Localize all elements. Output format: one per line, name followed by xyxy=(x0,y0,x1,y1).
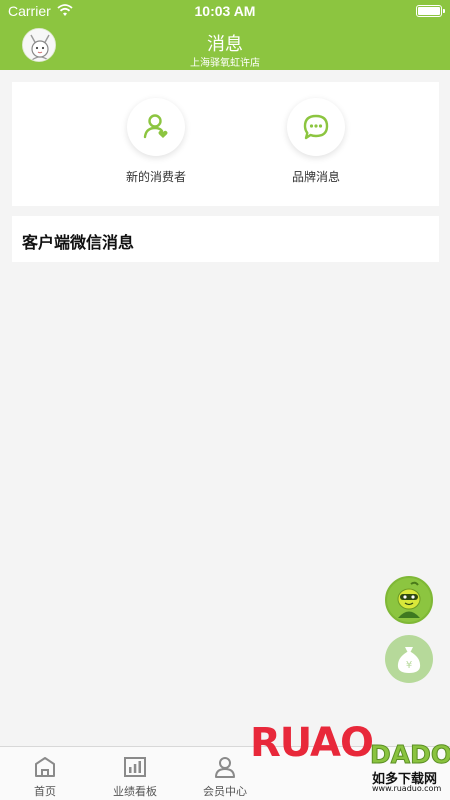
status-bar: Carrier 10:03 AM xyxy=(0,0,450,22)
home-icon xyxy=(0,755,90,779)
status-time: 10:03 AM xyxy=(194,3,256,19)
store-name: 上海驿氧虹许店 xyxy=(190,58,260,69)
brand-messages-label: 品牌消息 xyxy=(291,170,340,184)
watermark-logo: RUAO DADO 如多下载网 www.ruaduo.com xyxy=(250,718,450,800)
battery-icon xyxy=(416,5,445,17)
brand-messages-entry[interactable]: 品牌消息 xyxy=(256,98,376,185)
user-heart-icon xyxy=(127,98,185,156)
tab-performance-label: 业绩看板 xyxy=(113,785,157,798)
header-bar: Carrier 10:03 AM 消息 上海驿氧虹许店 xyxy=(0,0,450,70)
tab-home-label: 首页 xyxy=(34,785,56,798)
chart-icon xyxy=(90,755,180,779)
message-entries-card: 新的消费者 品牌消息 xyxy=(12,82,439,206)
watermark-brand-suffix: DADO xyxy=(369,740,450,770)
money-bag-icon: ¥ xyxy=(397,647,421,673)
watermark-url: www.ruaduo.com xyxy=(372,784,442,793)
new-consumers-entry[interactable]: 新的消费者 xyxy=(96,98,216,185)
chat-bubble-icon xyxy=(287,98,345,156)
mascot-button[interactable] xyxy=(385,576,433,624)
section-title: 客户端微信消息 xyxy=(22,233,135,252)
tab-home[interactable]: 首页 xyxy=(0,755,90,799)
money-symbol: ¥ xyxy=(406,660,412,671)
tab-performance[interactable]: 业绩看板 xyxy=(90,755,180,799)
page-title: 消息 xyxy=(207,34,243,55)
mascot-icon xyxy=(397,581,421,618)
new-consumers-label: 新的消费者 xyxy=(125,170,186,184)
watermark-brand: RUAO xyxy=(250,720,374,766)
money-button[interactable]: ¥ xyxy=(385,635,433,683)
wechat-messages-section[interactable]: 客户端微信消息 xyxy=(12,216,439,262)
